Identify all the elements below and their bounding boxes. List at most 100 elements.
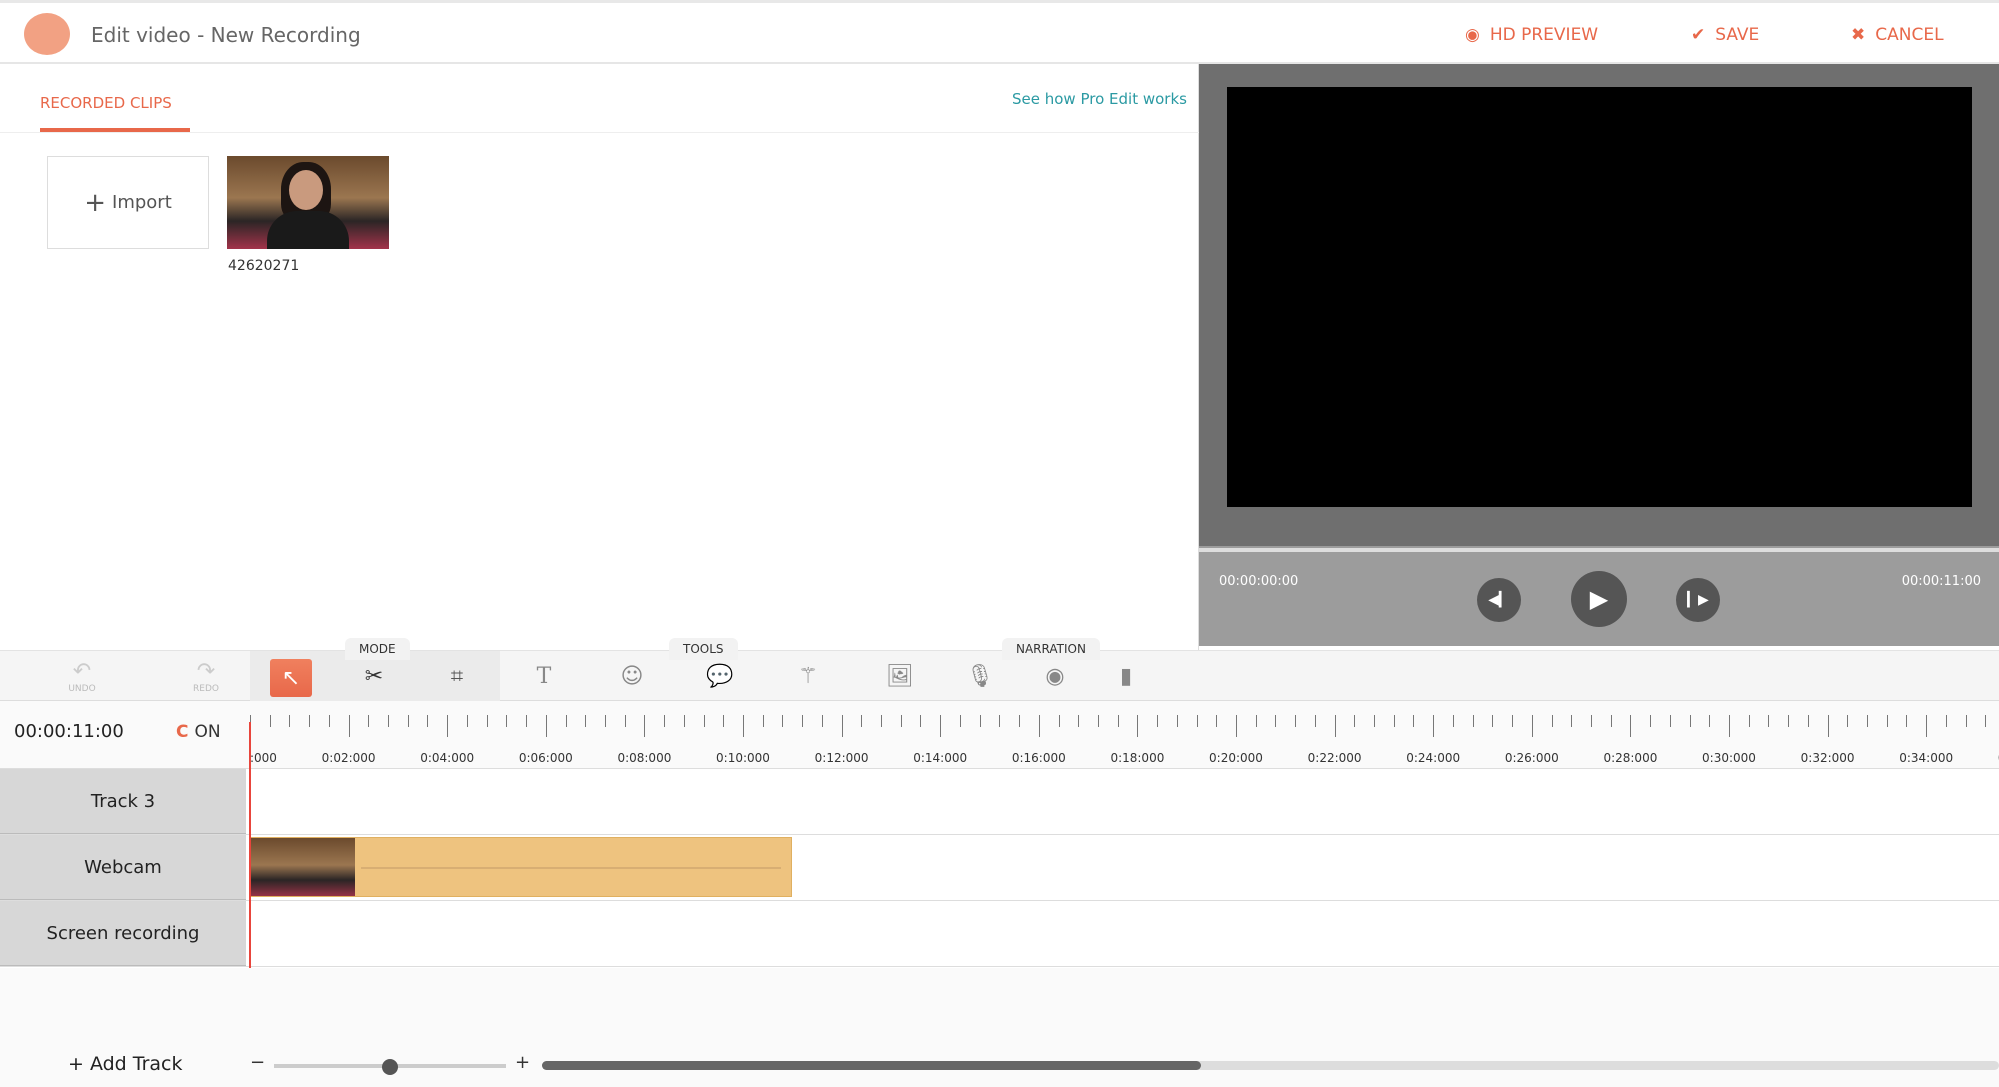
- clip-thumbnail[interactable]: [227, 156, 389, 249]
- image-icon: 🖼: [886, 663, 914, 689]
- ruler-tick: [1827, 715, 1829, 737]
- ruler-label: 0:10:000: [716, 751, 770, 765]
- app-logo: [24, 13, 70, 55]
- crop-icon: ⌗: [450, 663, 464, 689]
- undo-icon: ↶: [72, 658, 92, 684]
- cut-mode-button[interactable]: ✂: [344, 651, 404, 701]
- ruler-label: 0:20:000: [1209, 751, 1263, 765]
- track-row: Track 3: [0, 769, 1999, 835]
- ruler-tick: [1176, 715, 1178, 727]
- total-time: 00:00:11:00: [1901, 574, 1981, 589]
- ruler-label: 0:14:000: [913, 751, 968, 765]
- ruler-tick: [821, 715, 823, 727]
- ruler-tick: [1807, 715, 1809, 727]
- step-back-button[interactable]: ◀▎: [1477, 578, 1521, 622]
- magic-wand-icon: ⚚: [798, 663, 818, 689]
- ruler-tick: [664, 715, 666, 727]
- ruler-tick: [506, 715, 508, 727]
- add-track-button[interactable]: + Add Track: [68, 1053, 183, 1075]
- ruler-tick: [466, 715, 468, 727]
- ruler-tick: [1847, 715, 1849, 727]
- video-canvas: [1227, 87, 1972, 507]
- scrollbar-thumb[interactable]: [542, 1061, 1201, 1070]
- text-tool-button[interactable]: T: [514, 651, 574, 701]
- ruler-tick: [545, 715, 547, 737]
- redo-label: REDO: [193, 683, 219, 694]
- record-narration-button[interactable]: ▮: [1096, 651, 1156, 701]
- import-label: Import: [112, 192, 172, 213]
- preview-panel: 00:00:00:00 00:00:11:00 ◀▎ ▶ ▎▶: [1199, 64, 1999, 646]
- ruler-tick: [1078, 715, 1080, 727]
- undo-button[interactable]: ↶ UNDO: [52, 651, 112, 701]
- ruler-tick: [743, 715, 744, 737]
- eye-icon: ◉: [1465, 25, 1480, 45]
- track-name[interactable]: Webcam: [0, 835, 246, 900]
- ruler-label: 0:28:000: [1603, 751, 1658, 765]
- ruler-tick: [1650, 715, 1652, 727]
- step-forward-button[interactable]: ▎▶: [1676, 578, 1720, 622]
- ruler-tick: [289, 715, 291, 727]
- ruler-tick: [940, 715, 942, 737]
- timecode: 00:00:11:00: [14, 721, 124, 742]
- ruler-tick: [1945, 715, 1947, 727]
- track-row: Screen recording: [0, 901, 1999, 967]
- ruler-label: 0:26:000: [1504, 751, 1559, 765]
- hd-preview-button[interactable]: ◉ HD PREVIEW: [1465, 25, 1598, 45]
- track-name[interactable]: Track 3: [0, 769, 246, 834]
- ruler-tick: [644, 715, 646, 737]
- callout-tool-button[interactable]: 💬: [690, 651, 750, 701]
- ruler-tick: [447, 715, 449, 737]
- time-ruler[interactable]: 0:00:000 0:02:000 0:04:000 0:06:000 0:08:000…: [250, 701, 1999, 769]
- emoji-tool-button[interactable]: ☺: [602, 651, 662, 701]
- text-icon: T: [536, 663, 552, 689]
- save-button[interactable]: ✔ SAVE: [1691, 25, 1759, 45]
- ruler-tick: [1985, 715, 1987, 727]
- ruler-tick: [1137, 715, 1139, 737]
- effects-tool-button[interactable]: ⚚: [778, 651, 838, 701]
- playhead[interactable]: [249, 722, 251, 968]
- ruler-tick: [1393, 715, 1395, 727]
- webcam-narration-button[interactable]: ◉: [1025, 651, 1085, 701]
- webcam-clip[interactable]: [250, 837, 793, 897]
- ruler-tick: [309, 715, 311, 727]
- ruler-label: 0:34:000: [1899, 751, 1954, 765]
- ruler-tick: [604, 715, 606, 727]
- cancel-button[interactable]: ✖ CANCEL: [1851, 25, 1944, 45]
- snap-toggle[interactable]: C ON: [176, 722, 221, 742]
- ruler-label: 0:22:000: [1307, 751, 1362, 765]
- import-button[interactable]: + Import: [47, 156, 209, 249]
- snap-label: ON: [194, 722, 221, 742]
- ruler-tick: [1551, 715, 1553, 727]
- ruler-tick: [1413, 715, 1415, 727]
- select-mode-button[interactable]: ↖: [270, 659, 312, 697]
- track-name[interactable]: Screen recording: [0, 901, 246, 966]
- preview-scrubber[interactable]: [1199, 548, 1999, 552]
- ruler-tick: [979, 715, 981, 727]
- tab-recorded-clips[interactable]: RECORDED CLIPS: [40, 94, 172, 112]
- ruler-tick: [1926, 715, 1928, 737]
- ruler-tick: [624, 715, 626, 727]
- mic-narration-button[interactable]: 🎙: [950, 651, 1010, 701]
- ruler-tick: [1295, 715, 1297, 727]
- ruler-tick: [1886, 715, 1888, 727]
- cancel-label: CANCEL: [1875, 25, 1944, 45]
- zoom-out-button[interactable]: −: [250, 1052, 265, 1073]
- ruler-tick: [1669, 715, 1671, 727]
- ruler-tick: [1867, 715, 1869, 727]
- zoom-slider-handle[interactable]: [382, 1059, 398, 1075]
- ruler-tick: [900, 715, 902, 727]
- redo-button[interactable]: ↷ REDO: [176, 651, 236, 701]
- ruler-tick: [920, 715, 922, 727]
- pro-edit-link[interactable]: See how Pro Edit works: [1012, 90, 1187, 108]
- image-tool-button[interactable]: 🖼: [870, 651, 930, 701]
- zoom-in-button[interactable]: +: [515, 1052, 530, 1073]
- play-button[interactable]: ▶: [1571, 571, 1627, 627]
- ruler-tick: [1236, 715, 1237, 737]
- ruler-label: 0:00:000: [250, 751, 277, 765]
- ruler-tick: [1255, 715, 1257, 727]
- ruler-tick: [328, 715, 330, 727]
- ruler-tick: [1965, 715, 1967, 727]
- ruler-tick: [703, 715, 705, 727]
- crop-mode-button[interactable]: ⌗: [427, 651, 487, 701]
- ruler-tick: [1610, 715, 1612, 727]
